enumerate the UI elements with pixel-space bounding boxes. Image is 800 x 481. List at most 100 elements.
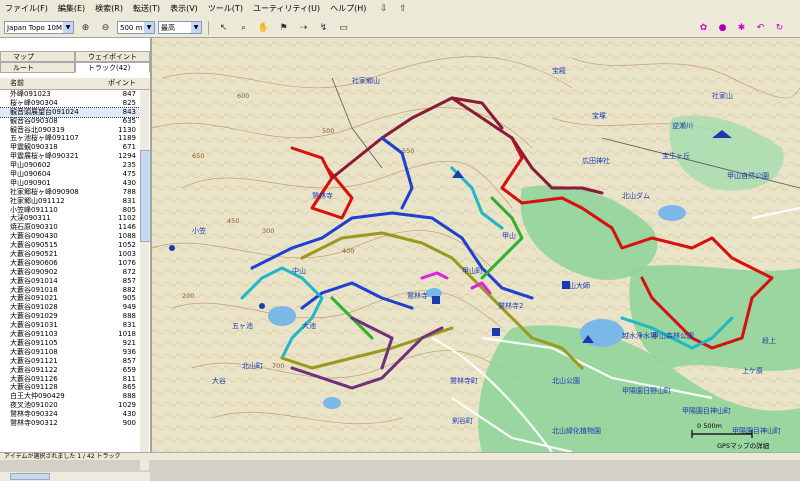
track-list-row[interactable]: 甲震観090318 671 — [0, 143, 140, 152]
scroll-thumb[interactable] — [10, 473, 50, 480]
track-name: 大藪谷091128 — [10, 383, 58, 392]
track-points: 671 — [122, 143, 136, 152]
track-points: 882 — [122, 285, 136, 294]
track-points: 831 — [122, 196, 136, 205]
map-place-label: 社家山 — [712, 91, 733, 100]
map-product-select[interactable]: Japan Topo 10M v7 ▼ — [4, 21, 74, 45]
map-view[interactable]: 鷲林寺町 鷲林寺2 甲山町 甲陽園日野山町 北山公園 甲山自然公園 甲陽園目神山町 甲山大師越… — [152, 38, 800, 452]
menu-edit[interactable]: 編集(E) — [53, 0, 90, 18]
elevation-label: 450 — [227, 217, 239, 225]
track-list-row[interactable]: 大藪谷090515 1052 — [0, 241, 140, 250]
track-list-row[interactable]: 甲山090901 430 — [0, 179, 140, 188]
track-list-row[interactable]: 桜ヶ峰090304 825 — [0, 99, 140, 108]
track-list-row[interactable]: 大藪谷091029 888 — [0, 312, 140, 321]
elevation-label: 200 — [182, 292, 194, 300]
track-list-row[interactable]: 大藪谷091028 949 — [0, 303, 140, 312]
track-list-row[interactable]: 鷲林寺090312 900 — [0, 419, 140, 428]
track-list-row[interactable]: 白王大仲090429 888 — [0, 392, 140, 401]
track-list-row[interactable]: 観音谷090308 635 — [0, 117, 140, 126]
horizontal-scrollbar[interactable] — [0, 472, 150, 481]
track-icon[interactable]: ↯ — [315, 20, 332, 36]
track-points: 1076 — [118, 258, 136, 267]
track-list-row[interactable]: 甲山090604 475 — [0, 170, 140, 179]
track-list-row[interactable]: 大渓090311 1102 — [0, 214, 140, 223]
vertical-scrollbar[interactable] — [140, 90, 151, 470]
track-points: 1294 — [118, 152, 136, 161]
map-place-label: 甲山大師 — [562, 281, 590, 290]
gear-icon[interactable]: ✱ — [733, 20, 750, 36]
track-list-row[interactable]: 五ヶ池桜ヶ峰091107 1189 — [0, 134, 140, 143]
track-list-row[interactable]: 観音頭展望台091024 843 — [0, 106, 140, 118]
map-place-label: 北山町 — [242, 361, 263, 370]
tab-map[interactable]: マップ — [0, 51, 75, 62]
tab-tracks[interactable]: トラック(42) — [75, 62, 150, 73]
track-list-row[interactable]: 夜叉池091020 1029 — [0, 401, 140, 410]
status-bar: アイテムが選択されました 1 / 42 トラック — [0, 452, 800, 460]
receive-icon[interactable]: ⇩ — [375, 1, 392, 17]
track-list-row[interactable]: 外峰091023 847 — [0, 90, 140, 99]
tab-waypoints[interactable]: ウェイポイント — [75, 51, 150, 62]
menu-help[interactable]: ヘルプ(H) — [325, 0, 371, 18]
track-list-row[interactable]: 大藪谷091121 857 — [0, 357, 140, 366]
sphere-icon[interactable]: ● — [714, 20, 731, 36]
track-list-row[interactable]: 大藪谷091031 831 — [0, 321, 140, 330]
track-list-row[interactable]: 大藪谷090606 1076 — [0, 259, 140, 268]
menu-find[interactable]: 検索(R) — [90, 0, 128, 18]
menu-utility[interactable]: ユーティリティ(U) — [248, 0, 325, 18]
track-list-row[interactable]: 大藪谷091105 921 — [0, 339, 140, 348]
toolbar-separator — [208, 20, 209, 35]
track-points: 936 — [122, 347, 136, 356]
column-points[interactable]: ポイント — [98, 78, 150, 89]
track-list-row[interactable]: 小笠峰091110 805 — [0, 206, 140, 215]
track-points: 430 — [122, 178, 136, 187]
track-list-row[interactable]: 大藪谷091122 659 — [0, 366, 140, 375]
magnifier-icon[interactable]: ⌕ — [235, 20, 252, 36]
undo-icon[interactable]: ↶ — [752, 20, 769, 36]
column-name[interactable]: 名前 — [0, 78, 24, 89]
track-name: 甲山090901 — [10, 178, 51, 187]
track-list-row[interactable]: 大藪谷091128 865 — [0, 383, 140, 392]
track-list-row[interactable]: 甲震展桜ヶ峰090321 1294 — [0, 152, 140, 161]
menu-view[interactable]: 表示(V) — [165, 0, 203, 18]
track-list-row[interactable]: 大藪谷091103 1018 — [0, 330, 140, 339]
zoom-scale-value: 500 m — [120, 24, 143, 32]
track-list-row[interactable]: 大藪谷090430 1088 — [0, 232, 140, 241]
menu-file[interactable]: ファイル(F) — [0, 0, 53, 18]
topo-map[interactable]: 鷲林寺町鷲林寺2甲山町甲陽園日野山町北山公園甲山自然公園甲陽園目神山町甲山大師越… — [152, 38, 800, 452]
menu-transfer[interactable]: 転送(T) — [128, 0, 165, 18]
send-icon[interactable]: ⇧ — [394, 1, 411, 17]
waypoint-flag-icon[interactable]: ⚑ — [275, 20, 292, 36]
track-list-row[interactable]: 大藪谷091021 905 — [0, 294, 140, 303]
track-list-row[interactable]: 焼石原090310 1146 — [0, 223, 140, 232]
track-list-row[interactable]: 大藪谷090902 872 — [0, 268, 140, 277]
track-name: 大藪谷091122 — [10, 365, 58, 374]
menu-tools[interactable]: ツール(T) — [203, 0, 248, 18]
track-name: 甲山090602 — [10, 161, 51, 170]
scroll-thumb[interactable] — [140, 150, 151, 242]
hand-icon[interactable]: ✋ — [255, 20, 272, 36]
zoom-out-icon[interactable]: ⊖ — [97, 20, 114, 36]
track-list-row[interactable]: 大藪谷090521 1003 — [0, 250, 140, 259]
select-icon[interactable]: ↖ — [215, 20, 232, 36]
track-name: 大藪谷091018 — [10, 285, 58, 294]
detail-level-select[interactable]: 最高 ▼ — [158, 21, 202, 34]
zoom-scale-select[interactable]: 500 m ▼ — [117, 21, 155, 34]
track-list-row[interactable]: 社家郷山091112 831 — [0, 197, 140, 206]
star-icon[interactable]: ✿ — [695, 20, 712, 36]
track-list-row[interactable]: 大藪谷091126 811 — [0, 375, 140, 384]
tab-routes[interactable]: ルート — [0, 62, 75, 73]
track-points: 1029 — [118, 401, 136, 410]
track-list-row[interactable]: 鷲林寺090324 430 — [0, 410, 140, 419]
zoom-in-icon[interactable]: ⊕ — [77, 20, 94, 36]
track-list-row[interactable]: 大藪谷091014 857 — [0, 277, 140, 286]
track-list-row[interactable]: 大藪谷091018 882 — [0, 286, 140, 295]
measure-icon[interactable]: ▭ — [335, 20, 352, 36]
route-icon[interactable]: ⇢ — [295, 20, 312, 36]
map-place-label: 甲山町 — [462, 266, 483, 275]
track-name: 大藪谷090521 — [10, 250, 58, 259]
track-list-row[interactable]: 観音谷北090319 1130 — [0, 126, 140, 135]
refresh-icon[interactable]: ↻ — [771, 20, 788, 36]
track-list-row[interactable]: 甲山090602 235 — [0, 161, 140, 170]
track-list-row[interactable]: 大藪谷091108 936 — [0, 348, 140, 357]
track-list-row[interactable]: 社家郷桜ヶ峰090908 788 — [0, 188, 140, 197]
